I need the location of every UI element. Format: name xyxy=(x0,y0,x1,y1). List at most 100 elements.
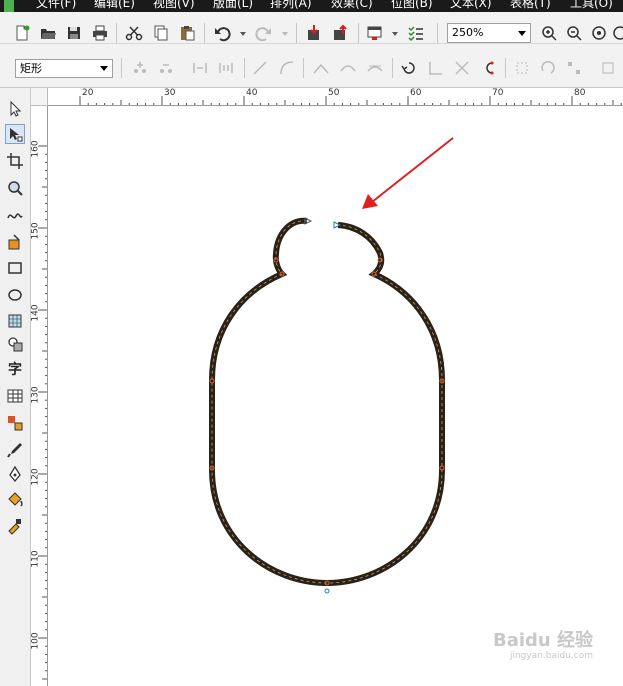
new-document-button[interactable] xyxy=(12,23,32,43)
convert-to-line-button[interactable] xyxy=(250,58,270,78)
zoom-fit-icon xyxy=(592,26,606,40)
undo-dropdown-arrow-icon[interactable] xyxy=(240,32,246,36)
vertical-ruler[interactable]: 160 150 140 130 120 110 100 xyxy=(31,106,48,686)
zoom-fit-button[interactable] xyxy=(589,23,609,43)
menu-file[interactable]: 文件(F) xyxy=(36,0,76,11)
rectangle-tool[interactable] xyxy=(5,258,25,278)
menu-edit[interactable]: 编辑(E) xyxy=(94,0,135,11)
zoom-out-icon xyxy=(567,26,582,41)
menu-bitmaps[interactable]: 位图(B) xyxy=(391,0,433,11)
freehand-tool[interactable] xyxy=(5,205,25,225)
hruler-label-80: 80 xyxy=(574,88,586,98)
gourd-outline-curve[interactable] xyxy=(209,217,445,587)
undo-button[interactable] xyxy=(212,23,232,43)
drawing-canvas[interactable]: Baidu 经验 jingyan.baidu.com xyxy=(48,106,623,686)
break-curve-button[interactable] xyxy=(216,58,236,78)
ellipse-tool[interactable] xyxy=(5,285,25,305)
text-tool[interactable]: 字 xyxy=(5,359,25,379)
basic-shapes-tool[interactable] xyxy=(5,334,25,354)
elastic-mode-button[interactable] xyxy=(598,58,618,78)
menu-layout[interactable]: 版面(L) xyxy=(213,0,253,11)
interactive-fill-tool[interactable] xyxy=(5,516,25,536)
launcher-dropdown-arrow-icon[interactable] xyxy=(392,32,398,36)
copy-button[interactable] xyxy=(151,23,171,43)
copy-icon xyxy=(154,25,168,41)
application-launcher-icon xyxy=(367,26,382,40)
menu-tools[interactable]: 工具(O) xyxy=(570,0,613,11)
undo-icon xyxy=(215,27,231,42)
hruler-label-40: 40 xyxy=(246,88,258,98)
horizontal-ruler[interactable]: 20 30 40 50 60 70 80 xyxy=(48,88,623,106)
import-button[interactable] xyxy=(304,23,324,43)
hruler-label-70: 70 xyxy=(492,88,504,98)
save-disk-icon xyxy=(68,27,80,39)
reverse-direction-icon xyxy=(401,62,415,74)
reverse-direction-button[interactable] xyxy=(399,58,419,78)
vruler-label-120: 120 xyxy=(31,468,41,486)
zoom-in-button[interactable] xyxy=(539,23,559,43)
redo-button[interactable] xyxy=(254,23,274,43)
zoom-out-button[interactable] xyxy=(564,23,584,43)
crop-tool[interactable] xyxy=(5,151,25,171)
extract-subpath-button[interactable] xyxy=(452,58,472,78)
eyedropper-tool[interactable] xyxy=(5,440,25,460)
export-button[interactable] xyxy=(330,23,350,43)
save-button[interactable] xyxy=(64,23,84,43)
stretch-nodes-button[interactable] xyxy=(512,58,532,78)
menu-table[interactable]: 表格(T) xyxy=(510,0,551,11)
center-handle-marker[interactable] xyxy=(324,588,330,594)
rotate-nodes-button[interactable] xyxy=(538,58,558,78)
smart-fill-tool[interactable] xyxy=(5,232,25,252)
node-selection-mode-select[interactable]: 矩形 xyxy=(15,59,113,78)
cusp-node-button[interactable] xyxy=(311,58,331,78)
zoom-page-button[interactable] xyxy=(610,23,623,43)
zoom-tool[interactable] xyxy=(5,178,25,198)
shape-tool[interactable] xyxy=(5,124,25,144)
add-node-button[interactable] xyxy=(130,58,150,78)
zoom-level-select[interactable]: 250% xyxy=(447,23,531,43)
symmetrical-node-button[interactable] xyxy=(365,58,385,78)
object-tool[interactable] xyxy=(5,311,25,331)
vruler-label-130: 130 xyxy=(31,386,41,404)
export-icon xyxy=(334,24,347,40)
ruler-origin-corner[interactable] xyxy=(31,88,48,106)
redo-dropdown-arrow-icon[interactable] xyxy=(282,32,288,36)
extend-curve-button[interactable] xyxy=(426,58,446,78)
toolbar-separator xyxy=(303,58,304,78)
vruler-label-160: 160 xyxy=(31,140,41,158)
print-button[interactable] xyxy=(90,23,110,43)
convert-to-curve-button[interactable] xyxy=(277,58,297,78)
close-curve-button[interactable] xyxy=(479,58,499,78)
menu-view[interactable]: 视图(V) xyxy=(153,0,195,11)
join-nodes-button[interactable] xyxy=(190,58,210,78)
toolbar-separator xyxy=(204,23,205,43)
delete-node-button[interactable] xyxy=(156,58,176,78)
symmetrical-node-icon xyxy=(367,65,383,72)
fill-tool[interactable] xyxy=(5,490,25,510)
align-nodes-button[interactable] xyxy=(564,58,584,78)
pick-tool[interactable] xyxy=(5,99,25,119)
scissors-icon xyxy=(125,26,143,41)
open-button[interactable] xyxy=(38,23,58,43)
watermark-title: Baidu 经验 xyxy=(492,630,593,651)
join-nodes-icon xyxy=(193,63,207,73)
selection-mode-value: 矩形 xyxy=(20,62,42,75)
cut-button[interactable] xyxy=(124,23,144,43)
cusp-node-icon xyxy=(313,63,329,74)
vruler-label-110: 110 xyxy=(31,550,41,568)
menu-text[interactable]: 文本(X) xyxy=(450,0,492,11)
pointer-arrow-icon xyxy=(10,100,22,117)
zoom-dropdown-arrow-icon xyxy=(518,31,526,36)
menu-effects[interactable]: 效果(C) xyxy=(331,0,373,11)
application-launcher-button[interactable] xyxy=(365,23,385,43)
paste-button[interactable] xyxy=(177,23,197,43)
smooth-node-button[interactable] xyxy=(338,58,358,78)
blend-tool[interactable] xyxy=(5,413,25,433)
table-tool[interactable] xyxy=(5,386,25,406)
rotate-nodes-icon xyxy=(541,61,555,74)
toolbar-separator xyxy=(121,58,122,78)
options-button[interactable] xyxy=(406,23,426,43)
new-document-icon xyxy=(16,25,30,41)
menu-arrange[interactable]: 排列(A) xyxy=(270,0,312,11)
outline-pen-tool[interactable] xyxy=(5,464,25,484)
